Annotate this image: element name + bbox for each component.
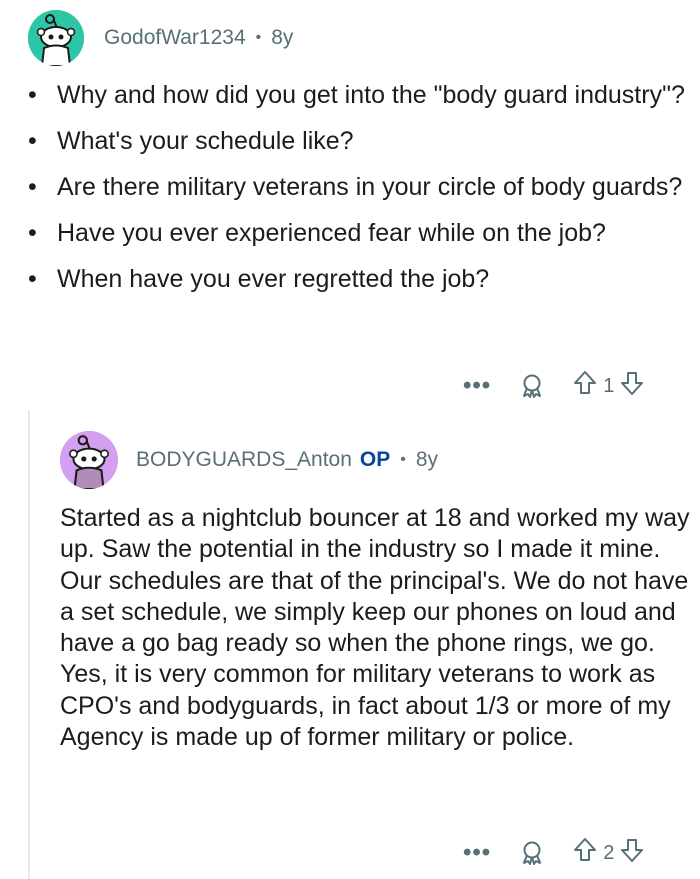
question-text: Are there military veterans in your circ…: [57, 173, 683, 201]
reply-actions: ••• 2: [463, 837, 644, 869]
award-icon[interactable]: [519, 373, 545, 399]
downvote-arrow-icon[interactable]: [620, 370, 644, 402]
award-icon[interactable]: [519, 840, 545, 866]
vote-controls: 1: [573, 370, 644, 402]
meta-separator: •: [400, 451, 406, 468]
reply-age: 8y: [415, 448, 439, 471]
question-text: Have you ever experienced fear while on …: [57, 219, 606, 247]
question-text: Why and how did you get into the "body g…: [57, 81, 685, 109]
comment-actions: ••• 1: [463, 370, 644, 402]
comment-header: GodofWar1234 • 8y: [28, 10, 293, 66]
question-text: When have you ever regretted the job?: [57, 265, 490, 293]
avatar[interactable]: [60, 431, 118, 489]
reply-header: BODYGUARDS_Anton OP • 8y: [60, 430, 438, 490]
list-item: • When have you ever regretted the job?: [0, 264, 690, 295]
comment-age: 8y: [271, 26, 294, 49]
list-item: • Why and how did you get into the "body…: [0, 80, 690, 111]
vote-controls: 2: [573, 837, 644, 869]
meta-separator: •: [255, 29, 262, 46]
thread-line[interactable]: [28, 410, 30, 879]
snoo-avatar-icon: [28, 10, 84, 66]
list-item: • Are there military veterans in your ci…: [0, 172, 690, 203]
bullet: •: [28, 265, 37, 293]
question-list: • Why and how did you get into the "body…: [0, 80, 690, 310]
question-text: What's your schedule like?: [57, 127, 354, 155]
snoo-avatar-icon: [60, 431, 118, 489]
bullet: •: [28, 127, 37, 155]
bullet: •: [28, 173, 37, 201]
downvote-arrow-icon[interactable]: [620, 837, 644, 869]
op-badge: OP: [359, 448, 391, 471]
vote-count: 2: [603, 841, 615, 864]
list-item: • Have you ever experienced fear while o…: [0, 218, 690, 249]
upvote-arrow-icon[interactable]: [573, 837, 597, 869]
upvote-arrow-icon[interactable]: [573, 370, 597, 402]
reply-username[interactable]: BODYGUARDS_Anton: [136, 448, 352, 472]
list-item: • What's your schedule like?: [0, 126, 690, 157]
bullet: •: [28, 219, 37, 247]
vote-count: 1: [603, 374, 615, 397]
more-options-icon[interactable]: •••: [463, 839, 491, 867]
comment-username[interactable]: GodofWar1234: [104, 26, 246, 50]
bullet: •: [28, 81, 37, 109]
avatar[interactable]: [28, 10, 84, 66]
more-options-icon[interactable]: •••: [463, 372, 491, 400]
reply-body: Started as a nightclub bouncer at 18 and…: [60, 504, 690, 752]
